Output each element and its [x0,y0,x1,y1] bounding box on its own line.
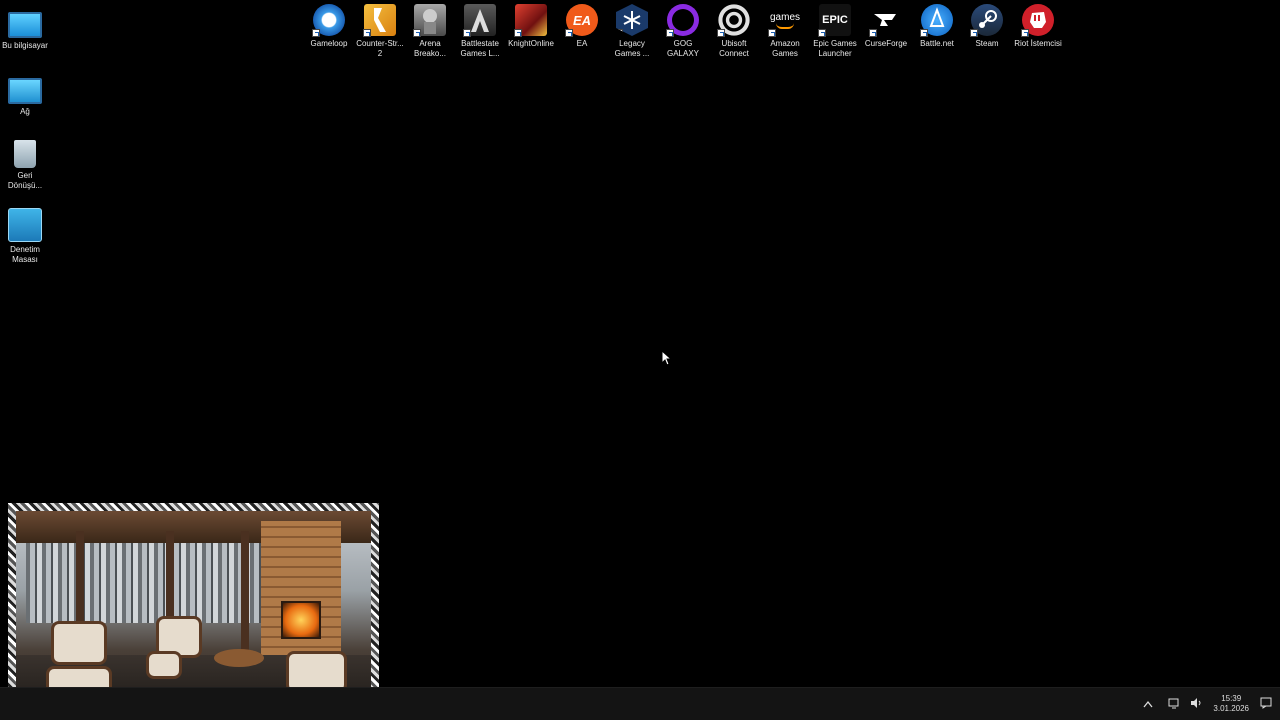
taskbar: 15:39 3.01.2026 [0,687,1280,720]
amazon-smile-icon [776,23,794,29]
webcam-overlay [8,503,379,716]
desktop-icon-steam[interactable]: Steam [962,4,1012,49]
desktop-icon-epic-games[interactable]: EPIC Epic Games Launcher [810,4,860,59]
clock-time: 15:39 [1221,694,1242,703]
volume-icon[interactable] [1190,697,1202,712]
notification-center-icon[interactable] [1260,697,1272,712]
riot-icon [1021,4,1054,37]
epic-glyph: EPIC [822,14,848,26]
desktop-icon-label: Denetim Masası [10,245,40,264]
shortcut-arrow-icon [970,29,978,37]
legacy-games-icon [616,4,648,36]
arena-breakout-icon [413,4,446,37]
show-hidden-icons-chevron-icon[interactable] [1143,697,1153,711]
amazon-glyph: games [769,11,800,23]
network-status-icon[interactable] [1168,697,1180,712]
desktop-icon-label: Legacy Games ... [614,39,650,58]
desktop-icon-knightonline[interactable]: KnightOnline [506,4,556,49]
ea-glyph: EA [572,12,592,28]
gog-galaxy-icon [666,4,699,37]
desktop-icon-label: Arena Breako... [413,39,446,58]
shortcut-arrow-icon [565,29,573,37]
amazon-games-icon: games [768,4,801,37]
desktop-icon-label: Geri Dönüşü... [7,171,43,190]
shortcut-arrow-icon [363,29,371,37]
desktop-icon-recycle-bin[interactable]: Geri Dönüşü... [0,140,50,191]
shortcut-arrow-icon [818,29,826,37]
shortcut-arrow-icon [920,29,928,37]
epic-games-icon: EPIC [818,4,851,37]
desktop-icon-label: CurseForge [864,39,908,48]
desktop-icon-label: Battle.net [920,39,954,48]
shortcut-arrow-icon [717,29,725,37]
desktop-icon-label: Battlestate Games L... [460,39,500,58]
counter-strike-icon [363,4,396,37]
shortcut-arrow-icon [869,29,877,37]
desktop-icon-network[interactable]: Ağ [0,72,50,117]
desktop-icon-label: Steam [975,39,999,48]
clock[interactable]: 15:39 3.01.2026 [1213,694,1249,714]
clock-date: 3.01.2026 [1213,704,1249,713]
desktop-icon-label: Gameloop [310,39,348,48]
gameloop-icon [312,4,345,37]
desktop-icon-label: Amazon Games [770,39,800,58]
recycle-bin-icon [14,140,36,168]
steam-icon [970,4,1003,37]
desktop-icon-counter-strike[interactable]: Counter-Str... 2 [355,4,405,59]
desktop-icon-label: EA [576,39,588,48]
knightonline-icon [514,4,547,37]
shortcut-arrow-icon [312,29,320,37]
shortcut-arrow-icon [1021,29,1029,37]
shortcut-arrow-icon [463,29,471,37]
ea-icon: EA [565,4,598,37]
desktop-icon-ea[interactable]: EA EA [557,4,607,49]
desktop-icon-label: Ağ [20,107,30,116]
desktop-icon-battlenet[interactable]: Battle.net [912,4,962,49]
desktop-icon-arena-breakout[interactable]: Arena Breako... [405,4,455,59]
network-icon [8,78,42,104]
desktop-icon-label: Ubisoft Connect [719,39,749,58]
desktop-icon-curseforge[interactable]: CurseForge [861,4,911,49]
desktop-icon-legacy-games[interactable]: Legacy Games ... [607,4,657,59]
desktop-icon-control-panel[interactable]: Denetim Masası [0,208,50,265]
desktop-icon-ubisoft[interactable]: Ubisoft Connect [709,4,759,59]
desktop-icon-amazon-games[interactable]: games Amazon Games [760,4,810,59]
system-tray: 15:39 3.01.2026 [1138,688,1280,720]
desktop-icon-battlestate[interactable]: Battlestate Games L... [455,4,505,59]
desktop-icon-this-pc[interactable]: Bu bilgisayar [0,6,50,51]
ubisoft-icon [717,4,750,37]
desktop-icon-label: Riot İstemcisi [1014,39,1062,48]
curseforge-icon [869,4,902,37]
desktop-icon-label: KnightOnline [508,39,554,48]
shortcut-arrow-icon [413,29,421,37]
shortcut-arrow-icon [616,29,623,36]
computer-icon [8,12,42,38]
battlestate-icon [463,4,496,37]
shortcut-arrow-icon [768,29,776,37]
desktop-icon-gog-galaxy[interactable]: GOG GALAXY [658,4,708,59]
desktop-icon-label: Bu bilgisayar [2,41,48,50]
cabin-fireplace-image [16,511,371,710]
shortcut-arrow-icon [666,29,674,37]
desktop-icon-label: GOG GALAXY [666,39,699,58]
desktop-icon-gameloop[interactable]: Gameloop [304,4,354,49]
desktop-icon-label: Epic Games Launcher [813,39,857,58]
desktop-icon-riot[interactable]: Riot İstemcisi [1013,4,1063,49]
control-panel-icon [8,208,42,242]
mouse-cursor-icon [661,349,673,371]
shortcut-arrow-icon [514,29,522,37]
battlenet-icon [920,4,953,37]
desktop-icon-label: Counter-Str... 2 [356,39,404,58]
